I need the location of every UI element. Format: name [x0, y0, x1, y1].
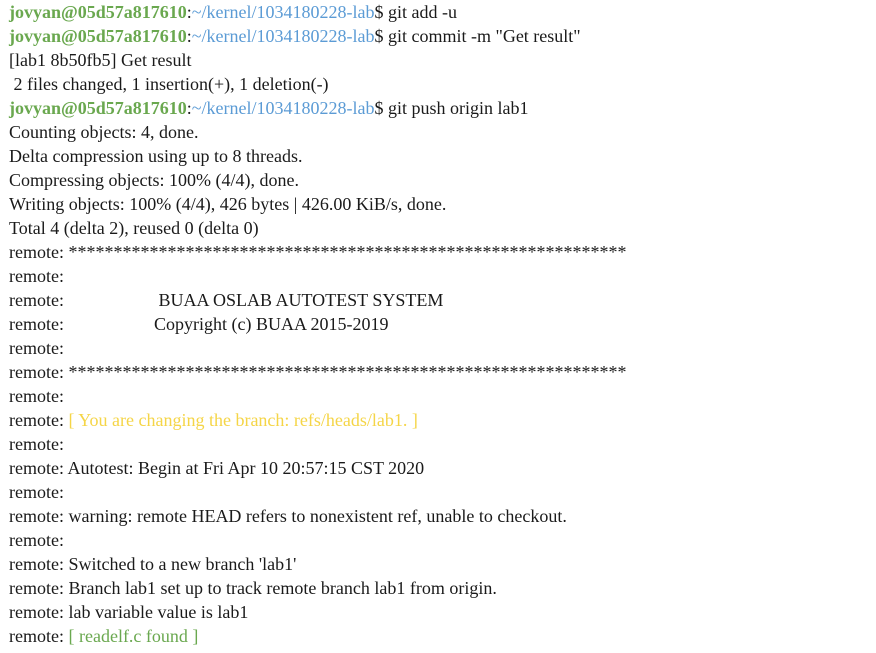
remote-text: Branch lab1 set up to track remote branc…	[68, 578, 497, 598]
remote-prefix: remote:	[9, 242, 69, 262]
remote-prefix: remote:	[9, 458, 68, 478]
remote-prefix: remote:	[9, 434, 69, 454]
terminal-line: 2 files changed, 1 insertion(+), 1 delet…	[9, 72, 869, 96]
terminal-line: remote: [ readelf.c found ]	[9, 624, 869, 648]
command-text: git commit -m "Get result"	[383, 26, 581, 46]
terminal-line: remote:	[9, 384, 869, 408]
prompt-user-host: jovyan@05d57a817610	[9, 98, 187, 118]
remote-prefix: remote:	[9, 554, 69, 574]
terminal-line: jovyan@05d57a817610:~/kernel/1034180228-…	[9, 0, 869, 24]
remote-text: warning: remote HEAD refers to nonexiste…	[68, 506, 567, 526]
terminal-line: remote: ********************************…	[9, 240, 869, 264]
remote-prefix: remote:	[9, 530, 69, 550]
command-text: git add -u	[383, 2, 457, 22]
terminal-line: remote: [ You are changing the branch: r…	[9, 408, 869, 432]
terminal-line: remote: lab variable value is lab1	[9, 600, 869, 624]
terminal-line: remote:	[9, 480, 869, 504]
remote-prefix: remote:	[9, 602, 69, 622]
terminal-line: remote: Autotest: Begin at Fri Apr 10 20…	[9, 456, 869, 480]
output-text: 2 files changed, 1 insertion(+), 1 delet…	[9, 74, 329, 94]
remote-prefix: remote:	[9, 338, 69, 358]
remote-prefix: remote:	[9, 314, 69, 334]
terminal-line: remote:	[9, 336, 869, 360]
remote-text: ****************************************…	[68, 242, 627, 262]
remote-prefix: remote:	[9, 578, 69, 598]
terminal-line: remote: ********************************…	[9, 360, 869, 384]
terminal-line: Delta compression using up to 8 threads.	[9, 144, 869, 168]
terminal-window[interactable]: jovyan@05d57a817610:~/kernel/1034180228-…	[0, 0, 876, 653]
terminal-line: [lab1 8b50fb5] Get result	[9, 48, 869, 72]
terminal-line: jovyan@05d57a817610:~/kernel/1034180228-…	[9, 24, 869, 48]
output-text: [lab1 8b50fb5] Get result	[9, 50, 192, 70]
remote-prefix: remote:	[9, 290, 69, 310]
terminal-line: remote:	[9, 528, 869, 552]
remote-text: lab variable value is lab1	[68, 602, 249, 622]
output-text: Writing objects: 100% (4/4), 426 bytes |…	[9, 194, 447, 214]
output-text: Compressing objects: 100% (4/4), done.	[9, 170, 299, 190]
remote-highlight-text: [ readelf.c found ]	[68, 626, 199, 646]
remote-text: BUAA OSLAB AUTOTEST SYSTEM	[68, 290, 444, 310]
prompt-user-host: jovyan@05d57a817610	[9, 2, 187, 22]
prompt-path: ~/kernel/1034180228-lab	[191, 2, 375, 22]
terminal-line: Counting objects: 4, done.	[9, 120, 869, 144]
terminal-line: remote: BUAA OSLAB AUTOTEST SYSTEM	[9, 288, 869, 312]
remote-text: Switched to a new branch 'lab1'	[68, 554, 297, 574]
output-text: Total 4 (delta 2), reused 0 (delta 0)	[9, 218, 259, 238]
remote-prefix: remote:	[9, 626, 69, 646]
prompt-user-host: jovyan@05d57a817610	[9, 26, 187, 46]
remote-prefix: remote:	[9, 506, 69, 526]
terminal-line: Total 4 (delta 2), reused 0 (delta 0)	[9, 216, 869, 240]
remote-prefix: remote:	[9, 410, 69, 430]
remote-text: Autotest: Begin at Fri Apr 10 20:57:15 C…	[67, 458, 425, 478]
prompt-path: ~/kernel/1034180228-lab	[191, 98, 375, 118]
remote-text: Copyright (c) BUAA 2015-2019	[68, 314, 389, 334]
remote-prefix: remote:	[9, 362, 69, 382]
remote-highlight-text: [ You are changing the branch: refs/head…	[68, 410, 418, 430]
remote-prefix: remote:	[9, 266, 69, 286]
terminal-line: Compressing objects: 100% (4/4), done.	[9, 168, 869, 192]
terminal-line: remote: warning: remote HEAD refers to n…	[9, 504, 869, 528]
terminal-line: remote: Branch lab1 set up to track remo…	[9, 576, 869, 600]
output-text: Counting objects: 4, done.	[9, 122, 199, 142]
terminal-line: remote: Copyright (c) BUAA 2015-2019	[9, 312, 869, 336]
terminal-line: jovyan@05d57a817610:~/kernel/1034180228-…	[9, 96, 869, 120]
remote-text: ****************************************…	[68, 362, 627, 382]
terminal-line: Writing objects: 100% (4/4), 426 bytes |…	[9, 192, 869, 216]
terminal-line: remote: Switched to a new branch 'lab1'	[9, 552, 869, 576]
remote-prefix: remote:	[9, 386, 69, 406]
remote-prefix: remote:	[9, 482, 69, 502]
terminal-line: remote:	[9, 264, 869, 288]
prompt-path: ~/kernel/1034180228-lab	[191, 26, 375, 46]
command-text: git push origin lab1	[383, 98, 529, 118]
output-text: Delta compression using up to 8 threads.	[9, 146, 303, 166]
terminal-line: remote:	[9, 432, 869, 456]
